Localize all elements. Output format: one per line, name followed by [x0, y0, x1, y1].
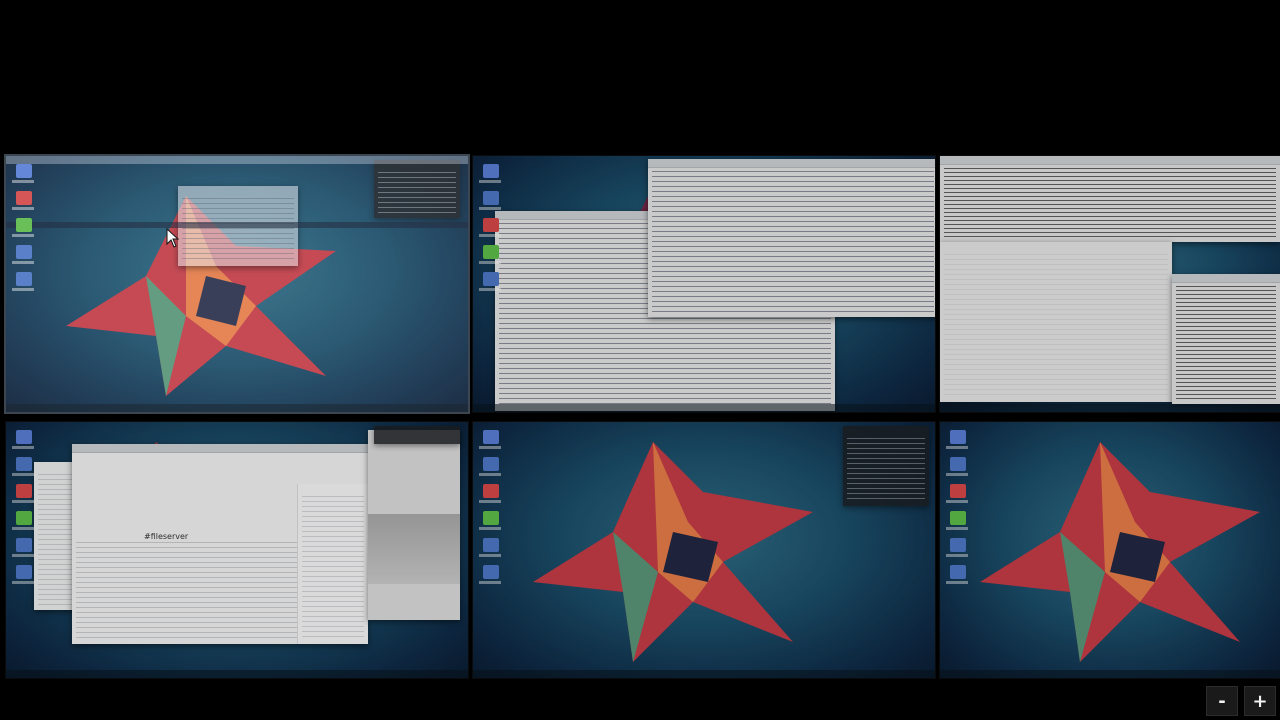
zoom-out-button[interactable]: - — [1206, 686, 1238, 716]
workspace-1[interactable] — [4, 154, 470, 414]
workspace-5[interactable] — [472, 421, 936, 679]
zoom-in-button[interactable]: + — [1244, 686, 1276, 716]
workspace-overview: #fileserver - + — [0, 0, 1280, 720]
workspace-3[interactable] — [939, 155, 1280, 413]
workspace-4[interactable]: #fileserver — [5, 421, 469, 679]
workspace-6[interactable] — [939, 421, 1280, 679]
workspace-2[interactable] — [472, 155, 936, 413]
